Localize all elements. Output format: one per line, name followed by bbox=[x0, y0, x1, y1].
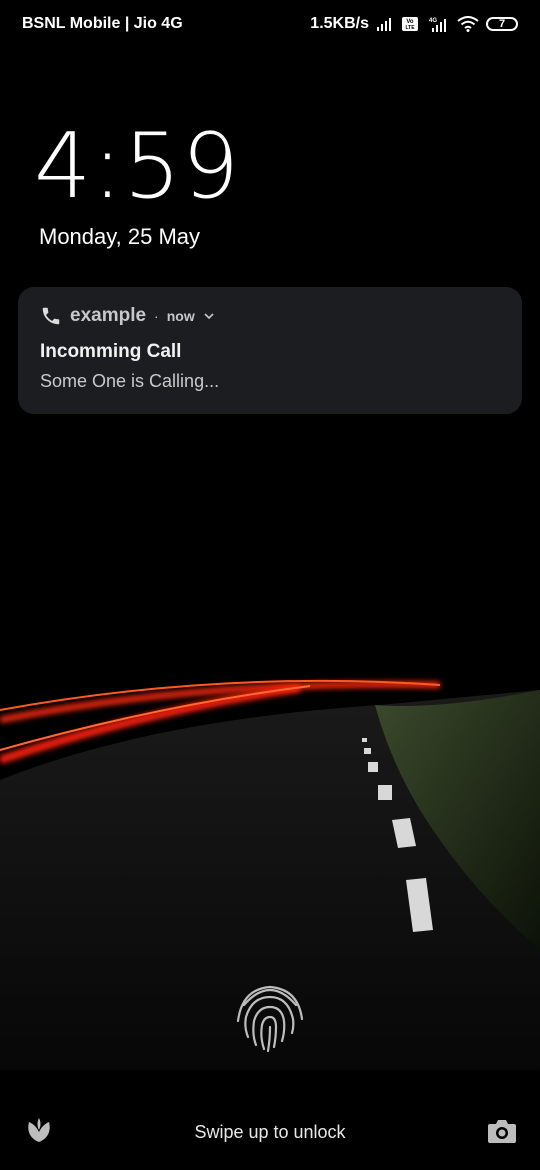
battery-indicator: 7 bbox=[486, 17, 518, 31]
lockscreen-date: Monday, 25 May bbox=[39, 224, 201, 249]
svg-text:4G: 4G bbox=[429, 18, 437, 24]
carrier-label: BSNL Mobile | Jio 4G bbox=[22, 15, 183, 32]
battery-level: 7 bbox=[498, 18, 506, 30]
swipe-to-unlock-hint: Swipe up to unlock bbox=[194, 1122, 346, 1142]
phone-icon bbox=[42, 307, 60, 325]
notification-app-name: example bbox=[70, 305, 147, 326]
status-icons: 1.5KB/s Vo LTE 4G 7 bbox=[310, 15, 518, 33]
volte-icon: Vo LTE bbox=[402, 17, 418, 31]
notification-title: Incomming Call bbox=[40, 341, 182, 362]
signal-4g-icon: 4G bbox=[429, 18, 446, 32]
notification-header: example · now bbox=[40, 305, 500, 327]
wifi-icon bbox=[457, 16, 479, 32]
notification-time: now bbox=[166, 308, 195, 324]
fingerprint-icon[interactable] bbox=[230, 975, 310, 1055]
status-bar: BSNL Mobile | Jio 4G 1.5KB/s Vo LTE 4G 7 bbox=[0, 0, 540, 48]
signal-icon bbox=[377, 18, 391, 31]
svg-text:LTE: LTE bbox=[405, 25, 415, 31]
notification-separator: · bbox=[154, 308, 159, 324]
chevron-down-icon[interactable] bbox=[203, 310, 215, 322]
notification-text: Some One is Calling... bbox=[40, 371, 220, 391]
network-speed: 1.5KB/s bbox=[310, 15, 369, 32]
call-notification[interactable]: example · now Incomming Call Some One is… bbox=[18, 287, 522, 414]
camera-icon[interactable] bbox=[487, 1118, 517, 1144]
lockscreen-clock: 4:59 bbox=[34, 114, 241, 219]
